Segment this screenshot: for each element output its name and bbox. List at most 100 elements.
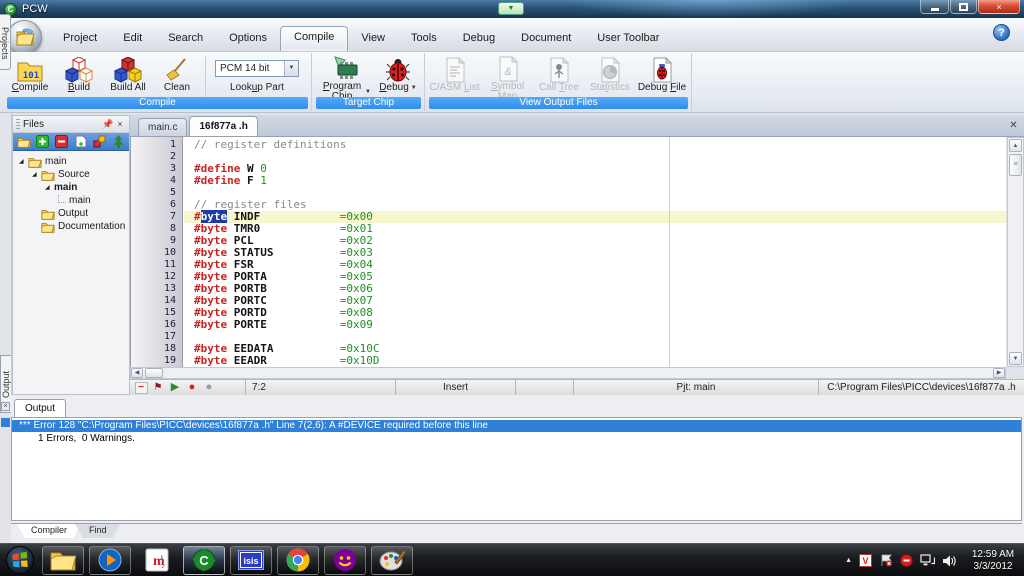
error-message-row[interactable]: *** Error 128 "C:\Program Files\PICC\dev… — [12, 420, 1021, 432]
paint-icon[interactable] — [371, 546, 413, 575]
program-chip-button[interactable]: Program Chip▼ — [316, 55, 376, 99]
debug-button[interactable]: Debug▼ — [376, 55, 420, 99]
media-player-icon[interactable] — [89, 546, 131, 575]
taskbar-clock[interactable]: 12:59 AM 3/3/2012 — [964, 549, 1022, 573]
remove-item-icon[interactable] — [53, 134, 70, 149]
line-number: 8 — [131, 223, 182, 235]
bookmark-flag-icon[interactable]: ⚑ — [151, 381, 165, 394]
titlebar-green-button[interactable]: ▼ — [498, 2, 524, 15]
output-tab-compiler[interactable]: Compiler — [17, 524, 81, 538]
code-line-5[interactable] — [184, 187, 1006, 199]
isis-icon[interactable]: isis — [230, 546, 272, 575]
code-line-19[interactable]: #byte EEADR =0x10D — [184, 355, 1006, 367]
menu-item-search[interactable]: Search — [155, 28, 216, 51]
menu-item-compile[interactable]: Compile — [280, 26, 348, 51]
editor-tab-main-c[interactable]: main.c — [138, 118, 187, 136]
code-line-2[interactable] — [184, 151, 1006, 163]
symbol-map-button[interactable]: & Symbol Map — [481, 55, 534, 99]
menu-item-debug[interactable]: Debug — [450, 28, 508, 51]
menu-item-view[interactable]: View — [348, 28, 398, 51]
menu-item-user-toolbar[interactable]: User Toolbar — [584, 28, 672, 51]
antivirus-icon[interactable]: V — [859, 554, 872, 567]
code-line-16[interactable]: #byte PORTE =0x09 — [184, 319, 1006, 331]
debug-dropdown-icon[interactable]: ▼ — [411, 85, 417, 91]
pcw-taskbar-icon[interactable]: C — [183, 546, 225, 575]
build-all-button[interactable]: Build All — [102, 55, 154, 99]
casm-list-button[interactable]: C/ASM List — [428, 55, 481, 99]
scroll-right-icon[interactable]: ▶ — [993, 368, 1005, 378]
horizontal-scroll-thumb[interactable] — [145, 368, 163, 378]
tree-item-source[interactable]: ◢Source — [13, 168, 129, 181]
tree-expander-icon[interactable]: ◢ — [45, 184, 54, 191]
code-area[interactable]: 12345678910111213141516171819 // registe… — [130, 137, 1006, 367]
horizontal-scrollbar[interactable]: ◀ ▶ — [130, 367, 1006, 379]
tree-expander-icon[interactable]: ◢ — [32, 171, 41, 178]
line-number: 2 — [131, 151, 182, 163]
network-icon[interactable] — [920, 554, 935, 567]
pin-icon[interactable]: 📌 — [102, 118, 114, 130]
application-orb-button[interactable] — [7, 20, 42, 55]
open-folder-icon[interactable] — [15, 134, 32, 149]
tree-item-output[interactable]: Output — [13, 207, 129, 220]
explorer-icon[interactable] — [42, 546, 84, 575]
output-tab-find[interactable]: Find — [75, 524, 121, 538]
line-number: 9 — [131, 235, 182, 247]
code-line-4[interactable]: #define F 1 — [184, 175, 1006, 187]
editor-tab-close-icon[interactable]: ✕ — [1007, 119, 1020, 132]
start-button[interactable] — [6, 546, 34, 574]
lookup-part-button[interactable]: Lookup Part — [230, 77, 284, 93]
menu-item-project[interactable]: Project — [50, 28, 110, 51]
chip-type-select[interactable]: PCM 14 bit ▼ — [215, 60, 299, 77]
vertical-scroll-thumb[interactable]: ≡ — [1009, 154, 1022, 176]
build-button[interactable]: Build — [56, 55, 102, 99]
maximize-button[interactable] — [950, 0, 977, 14]
compile-button[interactable]: 101 Compile — [4, 55, 56, 99]
volume-icon[interactable] — [942, 555, 956, 567]
program-chip-dropdown-icon[interactable]: ▼ — [365, 89, 371, 95]
tree-item-main[interactable]: ◢main — [13, 181, 129, 194]
help-button[interactable]: ? — [993, 24, 1010, 41]
code-lines[interactable]: // register definitions #define W 0#defin… — [184, 137, 1006, 367]
vertical-scrollbar[interactable]: ▲ ≡ ▼ — [1007, 137, 1024, 367]
run-icon[interactable]: ▶ — [168, 381, 182, 394]
scroll-down-icon[interactable]: ▼ — [1009, 352, 1022, 365]
tree-item-main[interactable]: main — [13, 194, 129, 207]
code-token: // register definitions — [194, 138, 346, 151]
menu-item-document[interactable]: Document — [508, 28, 584, 51]
scroll-up-icon[interactable]: ▲ — [1009, 139, 1022, 152]
tree-item-main[interactable]: ◢main — [13, 155, 129, 168]
music-app-icon[interactable]: m♪♪ — [136, 546, 178, 575]
tree-item-documentation[interactable]: Documentation — [13, 220, 129, 233]
yahoo-messenger-icon[interactable] — [324, 546, 366, 575]
remove-bookmark-icon[interactable]: − — [134, 381, 148, 394]
debug-file-button[interactable]: Debug File — [636, 55, 688, 99]
code-line-1[interactable]: // register definitions — [184, 139, 1006, 151]
panel-grip[interactable] — [16, 119, 20, 130]
new-file-icon[interactable] — [72, 134, 89, 149]
menu-item-edit[interactable]: Edit — [110, 28, 155, 51]
editor-tab-16f877a-h[interactable]: 16f877a .h — [189, 116, 257, 136]
code-line-3[interactable]: #define W 0 — [184, 163, 1006, 175]
action-center-icon[interactable] — [879, 554, 893, 567]
add-item-icon[interactable] — [34, 134, 51, 149]
stop-icon[interactable]: ● — [202, 381, 216, 394]
chrome-icon[interactable] — [277, 546, 319, 575]
statistics-button[interactable]: Statistics — [584, 55, 636, 99]
call-tree-button[interactable]: Call Tree — [534, 55, 584, 99]
menu-item-options[interactable]: Options — [216, 28, 280, 51]
tree-expander-icon[interactable]: ◢ — [19, 158, 28, 165]
minimize-button[interactable] — [920, 0, 949, 14]
build-blocks-icon[interactable] — [91, 134, 108, 149]
projects-side-tab[interactable]: Projects — [0, 14, 11, 70]
menu-item-tools[interactable]: Tools — [398, 28, 450, 51]
files-close-icon[interactable]: × — [114, 118, 126, 130]
record-icon[interactable]: ● — [185, 381, 199, 394]
project-tree-icon[interactable] — [110, 134, 127, 149]
output-close-icon[interactable]: × — [1, 402, 10, 411]
output-tab[interactable]: Output — [14, 399, 66, 417]
clean-button[interactable]: Clean — [154, 55, 200, 99]
security-icon[interactable] — [900, 554, 913, 567]
tray-expand-icon[interactable]: ▲ — [845, 557, 852, 564]
scroll-left-icon[interactable]: ◀ — [131, 368, 143, 378]
close-button[interactable]: × — [978, 0, 1020, 14]
